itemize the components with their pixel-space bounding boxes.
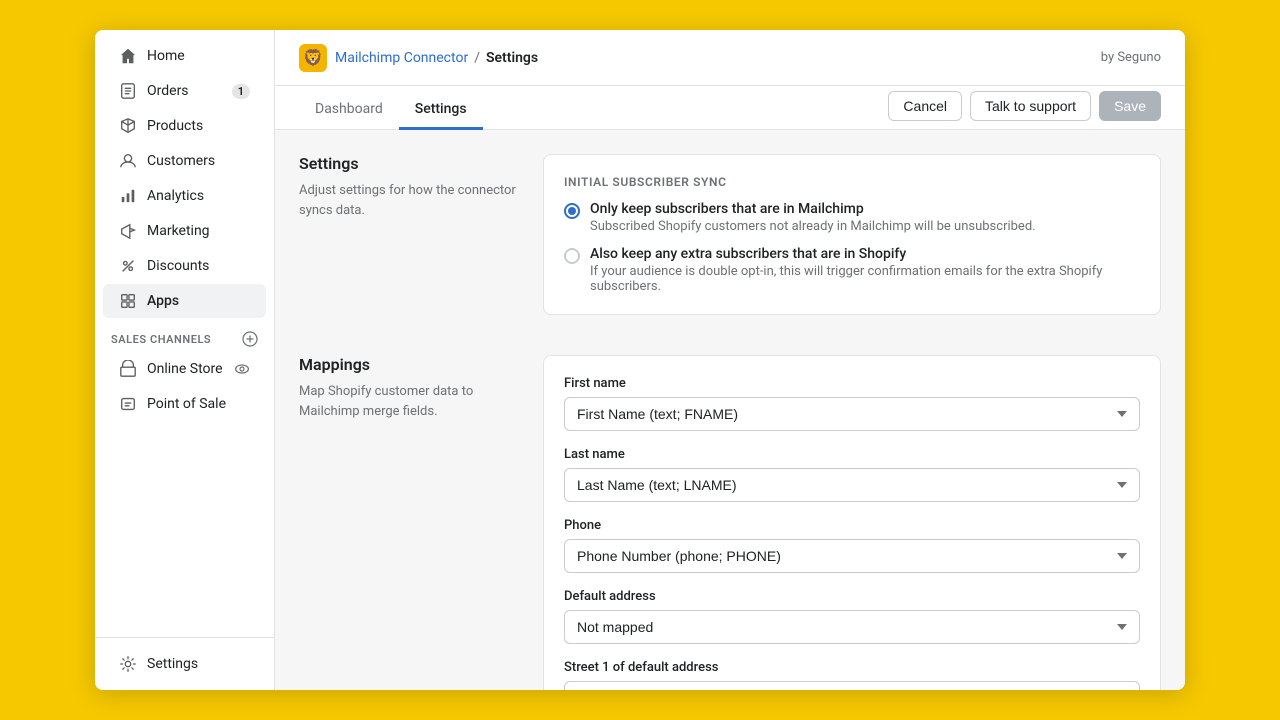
sidebar-item-home[interactable]: Home [103, 39, 266, 73]
main-content: 🦁 Mailchimp Connector / Settings by Segu… [275, 30, 1185, 690]
sidebar-item-analytics[interactable]: Analytics [103, 179, 266, 213]
mappings-section-right: First name First Name (text; FNAME) Not … [543, 355, 1161, 690]
top-bar-left: 🦁 Mailchimp Connector / Settings [299, 44, 538, 72]
tab-dashboard[interactable]: Dashboard [299, 91, 399, 130]
add-sales-channel-icon[interactable] [242, 331, 258, 347]
sidebar-item-products-label: Products [147, 118, 203, 134]
sidebar-item-point-of-sale[interactable]: Point of Sale [103, 387, 266, 421]
radio-only-keep-dot [568, 207, 576, 215]
mailchimp-app-icon: 🦁 [299, 44, 327, 72]
field-first-name-label: First name [564, 376, 1140, 391]
breadcrumb-app-link[interactable]: Mailchimp Connector [335, 50, 468, 66]
content-area: Settings Adjust settings for how the con… [275, 130, 1185, 690]
store-icon [119, 360, 137, 378]
field-last-name-select[interactable]: Last Name (text; LNAME) Not mapped [564, 468, 1140, 502]
sidebar-bottom: Settings [95, 637, 274, 690]
mappings-section-title: Mappings [299, 355, 519, 374]
sidebar-item-discounts[interactable]: Discounts [103, 249, 266, 283]
sidebar-item-pos-label: Point of Sale [147, 396, 226, 412]
sidebar-item-marketing-label: Marketing [147, 223, 210, 239]
apps-icon [119, 292, 137, 310]
sidebar-item-analytics-label: Analytics [147, 188, 204, 204]
sidebar-item-orders[interactable]: Orders 1 [103, 74, 266, 108]
radio-also-keep-desc: If your audience is double opt-in, this … [590, 264, 1140, 294]
initial-sync-label: Initial subscriber sync [564, 175, 1140, 189]
radio-only-keep-label: Only keep subscribers that are in Mailch… [590, 201, 1036, 217]
sidebar-item-marketing[interactable]: Marketing [103, 214, 266, 248]
orders-icon [119, 82, 137, 100]
settings-section-title: Settings [299, 154, 519, 173]
tabs-bar: Dashboard Settings Cancel Talk to suppor… [275, 86, 1185, 130]
field-last-name: Last name Last Name (text; LNAME) Not ma… [564, 447, 1140, 502]
sidebar-item-home-label: Home [147, 48, 185, 64]
by-seguno-label: by Seguno [1101, 50, 1161, 65]
radio-only-keep-input[interactable] [564, 203, 580, 219]
field-phone-label: Phone [564, 518, 1140, 533]
mappings-section-block: Mappings Map Shopify customer data to Ma… [299, 355, 1161, 690]
radio-only-keep[interactable]: Only keep subscribers that are in Mailch… [564, 201, 1140, 234]
sidebar-item-products[interactable]: Products [103, 109, 266, 143]
sales-channels-section: Sales Channels [95, 319, 274, 351]
sidebar-item-settings[interactable]: Settings [103, 647, 266, 681]
field-first-name-select[interactable]: First Name (text; FNAME) Not mapped [564, 397, 1140, 431]
settings-section-description: Adjust settings for how the connector sy… [299, 181, 519, 220]
mappings-card: First name First Name (text; FNAME) Not … [543, 355, 1161, 690]
breadcrumb-current: Settings [486, 50, 538, 66]
field-phone: Phone Phone Number (phone; PHONE) Not ma… [564, 518, 1140, 573]
tabs-left: Dashboard Settings [299, 91, 483, 129]
save-button[interactable]: Save [1099, 91, 1161, 121]
sidebar: Home Orders 1 Products Customers [95, 30, 275, 690]
sidebar-nav: Home Orders 1 Products Customers [95, 38, 274, 637]
discounts-icon [119, 257, 137, 275]
radio-also-keep-label: Also keep any extra subscribers that are… [590, 246, 1140, 262]
field-street-1: Street 1 of default address Not mapped [564, 660, 1140, 690]
radio-group: Only keep subscribers that are in Mailch… [564, 201, 1140, 294]
field-last-name-label: Last name [564, 447, 1140, 462]
field-street-1-label: Street 1 of default address [564, 660, 1140, 675]
pos-icon [119, 395, 137, 413]
online-store-eye-icon[interactable] [234, 361, 250, 377]
sidebar-item-orders-label: Orders [147, 83, 189, 99]
settings-section-left: Settings Adjust settings for how the con… [299, 154, 519, 331]
tab-settings[interactable]: Settings [399, 91, 483, 130]
sidebar-item-settings-label: Settings [147, 656, 198, 672]
radio-also-keep[interactable]: Also keep any extra subscribers that are… [564, 246, 1140, 294]
content-sections: Settings Adjust settings for how the con… [299, 154, 1161, 666]
settings-section-block: Settings Adjust settings for how the con… [299, 154, 1161, 331]
settings-icon [119, 655, 137, 673]
sidebar-item-apps[interactable]: Apps [103, 284, 266, 318]
analytics-icon [119, 187, 137, 205]
talk-to-support-button[interactable]: Talk to support [970, 91, 1091, 121]
field-default-address-label: Default address [564, 589, 1140, 604]
field-default-address-select[interactable]: Not mapped [564, 610, 1140, 644]
field-first-name: First name First Name (text; FNAME) Not … [564, 376, 1140, 431]
marketing-icon [119, 222, 137, 240]
customers-icon [119, 152, 137, 170]
home-icon [119, 47, 137, 65]
orders-badge: 1 [232, 84, 250, 99]
radio-only-keep-desc: Subscribed Shopify customers not already… [590, 219, 1036, 234]
radio-also-keep-input[interactable] [564, 248, 580, 264]
products-icon [119, 117, 137, 135]
sidebar-item-customers[interactable]: Customers [103, 144, 266, 178]
mappings-section-description: Map Shopify customer data to Mailchimp m… [299, 382, 519, 421]
tabs-actions: Cancel Talk to support Save [888, 91, 1161, 129]
sidebar-item-online-store-label: Online Store [147, 361, 223, 377]
field-street-1-select[interactable]: Not mapped [564, 681, 1140, 690]
mappings-section-left: Mappings Map Shopify customer data to Ma… [299, 355, 519, 690]
initial-sync-card: Initial subscriber sync Only keep subscr… [543, 154, 1161, 315]
settings-section-right: Initial subscriber sync Only keep subscr… [543, 154, 1161, 331]
app-window: Home Orders 1 Products Customers [95, 30, 1185, 690]
sidebar-item-online-store[interactable]: Online Store [103, 352, 266, 386]
top-bar: 🦁 Mailchimp Connector / Settings by Segu… [275, 30, 1185, 86]
breadcrumb: Mailchimp Connector / Settings [335, 50, 538, 66]
cancel-button[interactable]: Cancel [888, 91, 962, 121]
sidebar-item-apps-label: Apps [147, 293, 179, 309]
breadcrumb-separator: / [474, 50, 480, 66]
field-default-address: Default address Not mapped [564, 589, 1140, 644]
sidebar-item-customers-label: Customers [147, 153, 215, 169]
field-phone-select[interactable]: Phone Number (phone; PHONE) Not mapped [564, 539, 1140, 573]
sidebar-item-discounts-label: Discounts [147, 258, 209, 274]
